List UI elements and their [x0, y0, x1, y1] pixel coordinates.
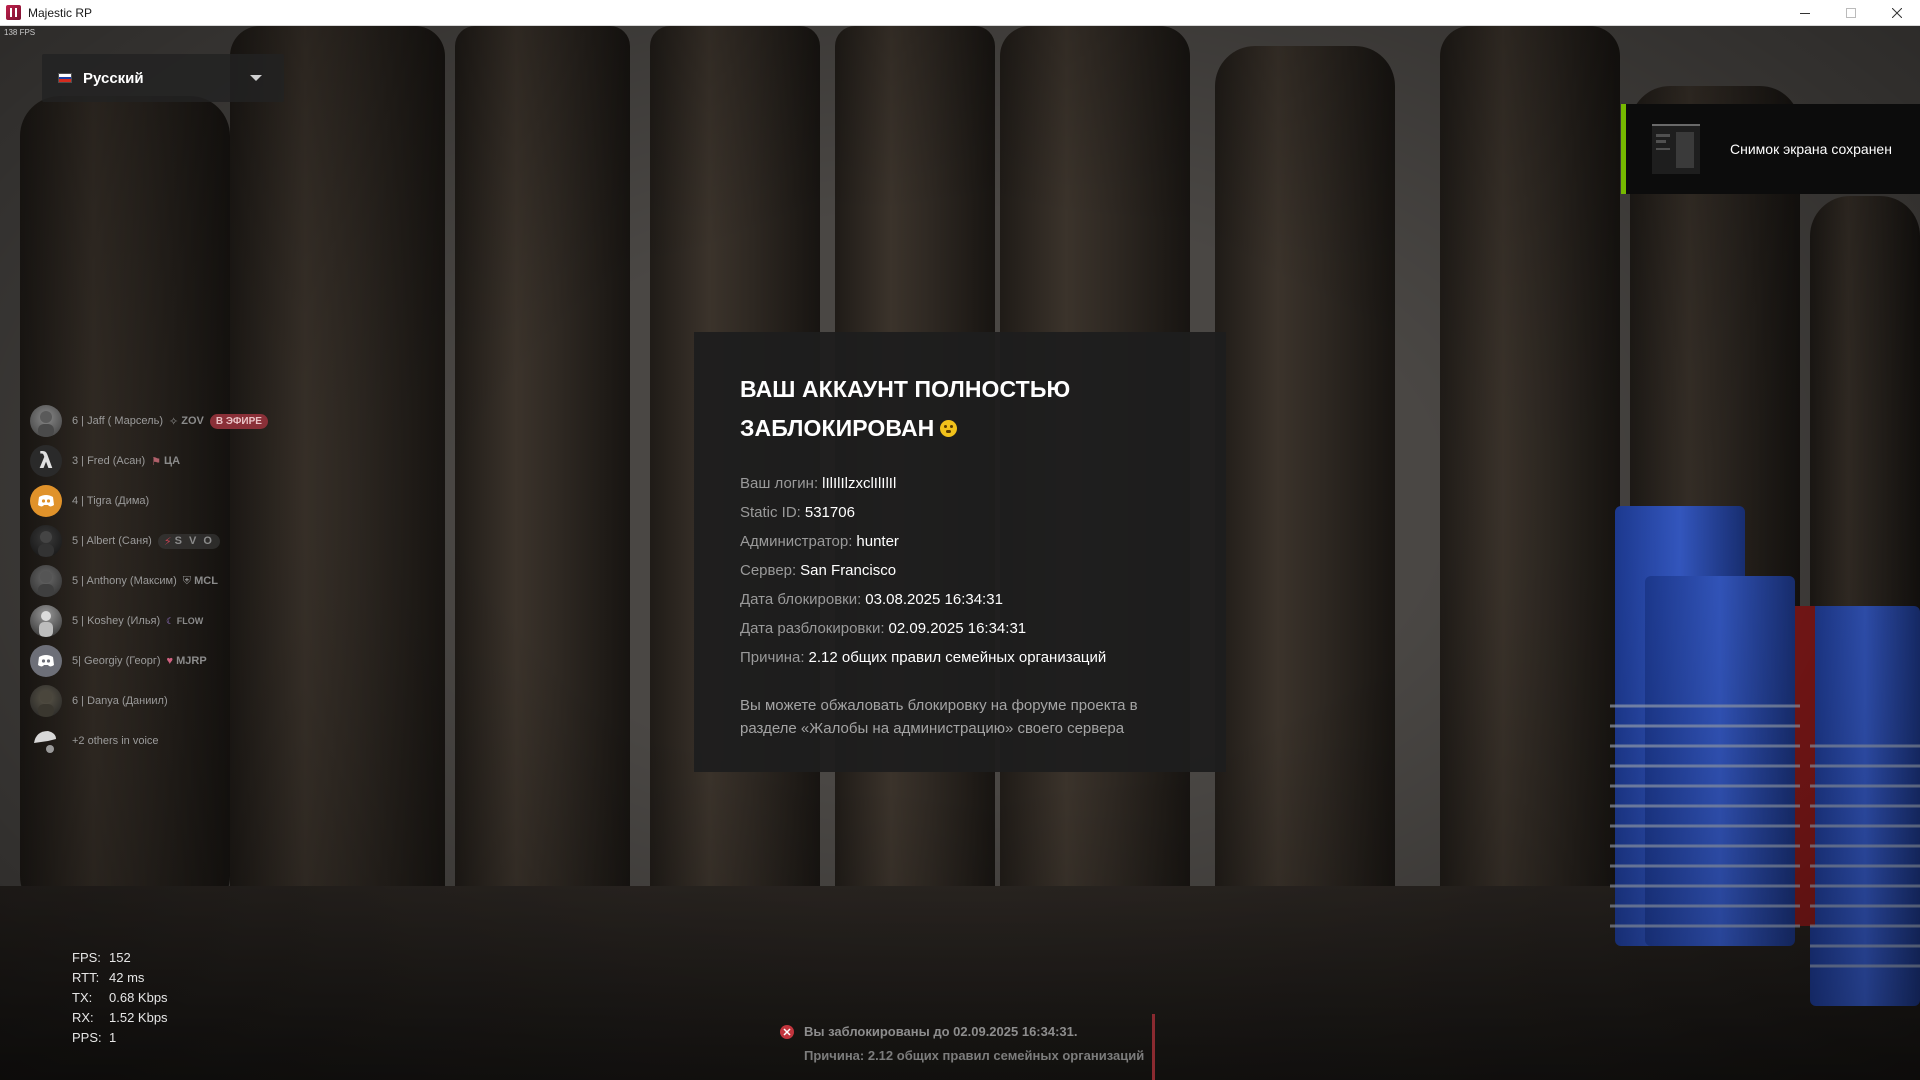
minimize-button[interactable]: [1782, 0, 1828, 26]
member-name: 3 | Fred (Асан): [72, 455, 146, 467]
member-tag: ⚡ S V O: [157, 533, 220, 549]
others-avatar: [30, 725, 62, 757]
shield-icon: ⛨: [182, 574, 195, 587]
game-viewport: 138 FPS Русский Снимок экрана сохранен 6…: [0, 26, 1920, 1080]
member-avatar: [30, 685, 62, 717]
moon-icon: ☾: [166, 615, 177, 626]
member-name: 5 | Albert (Саня): [72, 535, 152, 547]
maximize-icon: [1846, 8, 1856, 18]
member-tag: ⛨ MCL: [182, 574, 218, 588]
discord-icon: [30, 645, 62, 677]
network-stats: FPS: 152 RTT: 42 ms TX: 0.68 Kbps RX: 1.52 K…: [72, 948, 168, 1048]
screenshot-toast: Снимок экрана сохранен: [1621, 104, 1920, 194]
member-avatar: [30, 405, 62, 437]
member-tag: ⚑ ЦА: [151, 455, 181, 468]
russia-flag-icon: [58, 73, 72, 83]
fps-counter-corner: 138 FPS: [4, 28, 36, 37]
net-stat-tx: TX: 0.68 Kbps: [72, 990, 168, 1005]
chat-accent-bar: [1152, 1014, 1155, 1080]
ban-field-ban-date: Дата блокировки: 03.08.2025 16:34:31: [740, 591, 1003, 608]
member-avatar: [30, 525, 62, 557]
voice-member: λ 3 | Fred (Асан) ⚑ ЦА: [30, 444, 180, 478]
member-tag: ☾ FLOW: [166, 615, 204, 627]
chevron-down-icon: [250, 75, 262, 81]
diamond-icon: ✧: [168, 415, 182, 428]
language-selector[interactable]: Русский: [42, 54, 284, 102]
discord-icon: [30, 485, 62, 517]
member-name: 6 | Danya (Даниил): [72, 695, 168, 707]
window-title-bar: Majestic RP: [0, 0, 1920, 26]
ban-field-static-id: Static ID: 531706: [740, 504, 855, 521]
ban-field-login: Ваш логин: lIlIlIlzxclIlIlIl: [740, 475, 897, 492]
dizzy-face-emoji-icon: [940, 420, 958, 437]
screenshot-thumbnail: [1652, 124, 1700, 174]
member-tag: ✧ ZOV: [168, 415, 204, 428]
voice-member: 6 | Danya (Даниил): [30, 684, 168, 718]
ban-dialog: ВАШ АККАУНТ ПОЛНОСТЬЮ ЗАБЛОКИРОВАН Ваш л…: [694, 332, 1226, 772]
net-stat-rtt: RTT: 42 ms: [72, 970, 145, 985]
net-stat-pps: PPS: 1: [72, 1030, 117, 1045]
window-title: Majestic RP: [28, 5, 93, 20]
minimize-icon: [1800, 13, 1810, 14]
net-stat-rx: RX: 1.52 Kbps: [72, 1010, 168, 1025]
live-badge: В ЭФИРЕ: [209, 413, 268, 429]
ban-title: ВАШ АККАУНТ ПОЛНОСТЬЮ ЗАБЛОКИРОВАН: [740, 370, 1120, 448]
member-name: 6 | Jaff ( Марсель): [72, 415, 163, 427]
voice-others: +2 others in voice: [30, 724, 159, 758]
member-avatar: [30, 605, 62, 637]
flag-icon: ⚑: [151, 455, 165, 468]
member-tag: ♥ MJRP: [166, 655, 207, 667]
window-controls: [1782, 0, 1920, 26]
member-avatar: [30, 565, 62, 597]
ban-field-unban-date: Дата разблокировки: 02.09.2025 16:34:31: [740, 620, 1027, 637]
maximize-button[interactable]: [1828, 0, 1874, 26]
close-button[interactable]: [1874, 0, 1920, 26]
ban-details: Ваш логин: lIlIlIlzxclIlIlIl Static ID: 53…: [740, 469, 1180, 672]
voice-member: 5 | Anthony (Максим) ⛨ MCL: [30, 564, 218, 598]
ban-title-text: ВАШ АККАУНТ ПОЛНОСТЬЮ ЗАБЛОКИРОВАН: [740, 376, 1071, 441]
voice-member: 5 | Koshey (Илья) ☾ FLOW: [30, 604, 203, 638]
flag-stripe-red: [59, 79, 71, 83]
others-count: +2 others in voice: [72, 735, 159, 747]
ban-field-reason: Причина: 2.12 общих правил семейных орган…: [740, 649, 1107, 666]
ban-field-server: Сервер: San Francisco: [740, 562, 897, 579]
app-icon: [6, 5, 21, 20]
bolt-icon: ⚡: [163, 535, 175, 548]
chat-reason-line: Причина: 2.12 общих правил семейных орга…: [804, 1048, 1145, 1063]
chat-ban-line: Вы заблокированы до 02.09.2025 16:34:31.: [804, 1024, 1078, 1039]
member-name: 5 | Anthony (Максим): [72, 575, 177, 587]
language-label: Русский: [83, 69, 144, 87]
appeal-note: Вы можете обжаловать блокировку на форум…: [740, 697, 1138, 737]
net-stat-fps: FPS: 152: [72, 950, 131, 965]
close-icon: [1892, 8, 1902, 18]
member-name: 5| Georgiy (Георг): [72, 655, 161, 667]
member-name: 4 | Tigra (Дима): [72, 495, 150, 507]
lambda-icon: λ: [30, 445, 62, 477]
toast-message: Снимок экрана сохранен: [1730, 141, 1892, 157]
voice-member: 4 | Tigra (Дима): [30, 484, 149, 518]
member-name: 5 | Koshey (Илья): [72, 615, 161, 627]
voice-member: 6 | Jaff ( Марсель) ✧ ZOV В ЭФИРЕ: [30, 404, 268, 438]
error-x-icon: [780, 1025, 794, 1039]
ban-field-admin: Администратор: hunter: [740, 533, 899, 550]
voice-member: 5| Georgiy (Георг) ♥ MJRP: [30, 644, 207, 678]
voice-member: 5 | Albert (Саня) ⚡ S V O: [30, 524, 220, 558]
heart-icon: ♥: [166, 655, 177, 667]
